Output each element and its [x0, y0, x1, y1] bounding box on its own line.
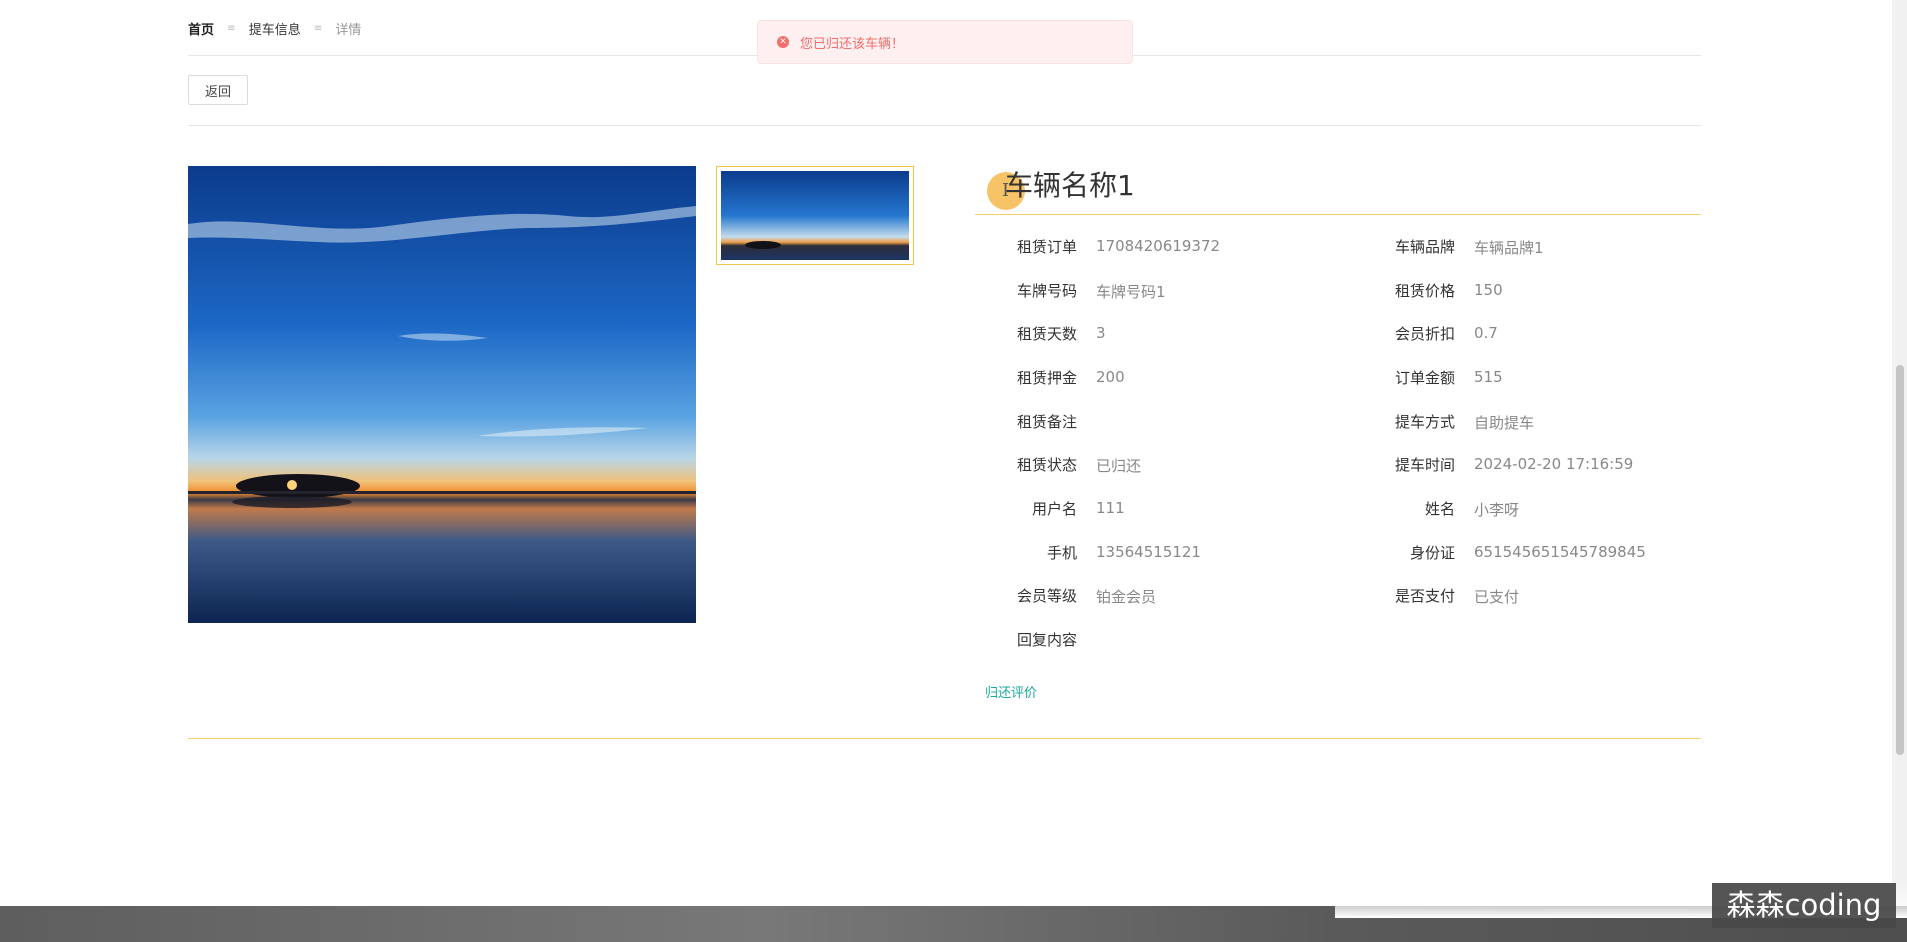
- value-plate-number: 车牌号码1: [1096, 283, 1166, 301]
- content-bottom-divider: [188, 738, 1701, 739]
- value-id-card: 651545651545789845: [1474, 543, 1646, 561]
- breadcrumb-pickup-info[interactable]: 提车信息: [249, 19, 301, 38]
- label-deposit: 租赁押金: [1016, 369, 1077, 387]
- label-rental-status: 租赁状态: [1016, 456, 1077, 474]
- return-review-link[interactable]: 归还评价: [985, 682, 1037, 701]
- label-username: 用户名: [1031, 500, 1077, 518]
- toolbar-divider: [188, 125, 1701, 126]
- label-payment-status: 是否支付: [1394, 587, 1455, 605]
- label-member-discount: 会员折扣: [1394, 325, 1455, 343]
- value-pickup-method: 自助提车: [1474, 414, 1535, 432]
- watermark: 森森coding: [1712, 883, 1896, 928]
- label-vehicle-brand: 车辆品牌: [1394, 238, 1455, 256]
- value-full-name: 小李呀: [1474, 501, 1520, 519]
- value-pickup-time: 2024-02-20 17:16:59: [1474, 455, 1634, 473]
- breadcrumb: 首页 ≡ 提车信息 ≡ 详情: [188, 19, 361, 38]
- value-rental-order: 1708420619372: [1096, 237, 1221, 255]
- breadcrumb-home[interactable]: 首页: [188, 19, 214, 38]
- label-rental-price: 租赁价格: [1394, 282, 1455, 300]
- value-rental-status: 已归还: [1096, 457, 1142, 475]
- back-button[interactable]: 返回: [188, 75, 248, 105]
- error-toast: ✕ 您已归还该车辆！: [757, 20, 1133, 64]
- label-full-name: 姓名: [1424, 500, 1455, 518]
- value-rental-days: 3: [1096, 324, 1106, 342]
- label-reply-content: 回复内容: [1016, 631, 1077, 649]
- value-member-level: 铂金会员: [1096, 588, 1157, 606]
- vehicle-name: 车辆名称1: [1005, 169, 1135, 202]
- page-scrollbar-thumb[interactable]: [1896, 365, 1904, 755]
- value-order-amount: 515: [1474, 368, 1503, 386]
- label-pickup-time: 提车时间: [1394, 456, 1455, 474]
- label-pickup-method: 提车方式: [1394, 413, 1455, 431]
- value-deposit: 200: [1096, 368, 1125, 386]
- text-cursor-icon: I: [1002, 180, 1010, 201]
- value-phone: 13564515121: [1096, 543, 1201, 561]
- value-vehicle-brand: 车辆品牌1: [1474, 239, 1544, 257]
- label-id-card: 身份证: [1409, 544, 1455, 562]
- title-divider: [975, 214, 1701, 215]
- toast-message: 您已归还该车辆！: [800, 36, 905, 52]
- breadcrumb-separator: ≡: [313, 23, 323, 34]
- label-rental-days: 租赁天数: [1016, 325, 1077, 343]
- value-member-discount: 0.7: [1474, 324, 1498, 342]
- breadcrumb-current: 详情: [335, 23, 362, 38]
- label-member-level: 会员等级: [1016, 587, 1077, 605]
- thumbnail-image: [721, 171, 909, 260]
- thumbnail-1[interactable]: [716, 166, 914, 265]
- label-plate-number: 车牌号码: [1016, 282, 1077, 300]
- value-rental-price: 150: [1474, 281, 1503, 299]
- label-order-amount: 订单金额: [1394, 369, 1455, 387]
- vehicle-main-image: [188, 166, 696, 623]
- label-phone: 手机: [1046, 544, 1077, 562]
- error-circle-icon: ✕: [777, 36, 789, 48]
- breadcrumb-separator: ≡: [227, 23, 236, 34]
- value-username: 111: [1096, 499, 1125, 517]
- label-rental-order: 租赁订单: [1016, 238, 1077, 256]
- value-payment-status: 已支付: [1474, 588, 1520, 606]
- label-rental-remark: 租赁备注: [1016, 413, 1077, 431]
